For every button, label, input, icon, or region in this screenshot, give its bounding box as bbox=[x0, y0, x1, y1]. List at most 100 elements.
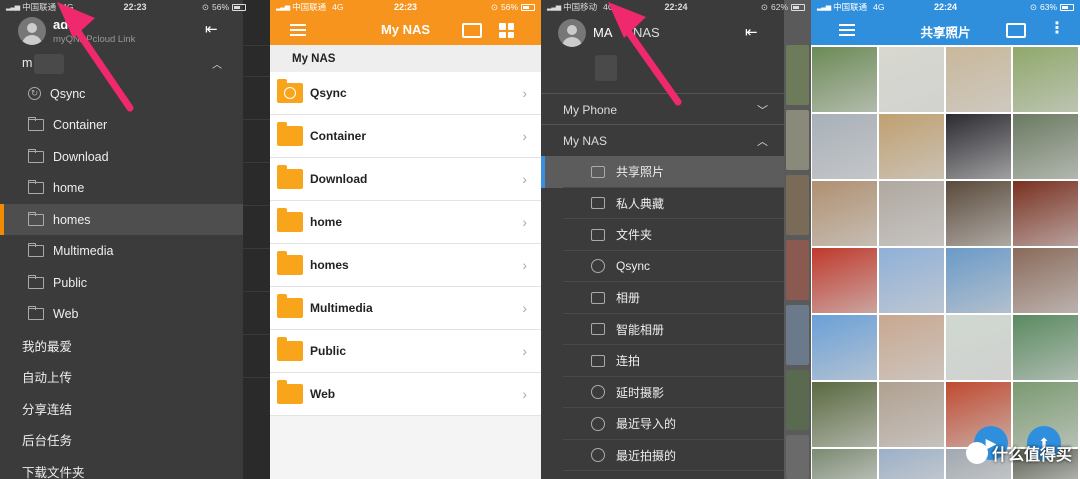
drawer-item-label: 智能相册 bbox=[616, 322, 665, 337]
photo-thumbnail[interactable] bbox=[879, 315, 944, 380]
qsync-folder-icon bbox=[277, 79, 303, 103]
drawer-item[interactable]: 私人典藏 bbox=[541, 188, 784, 220]
photo-thumbnail[interactable] bbox=[812, 114, 877, 179]
drawer-group[interactable]: My NAS ︿ bbox=[541, 125, 784, 156]
watermark-logo bbox=[965, 442, 988, 464]
folder-name: Web bbox=[310, 387, 336, 401]
drawer-item-label: Download bbox=[53, 149, 109, 164]
drawer-item[interactable]: 分享连结 bbox=[0, 393, 243, 424]
photo-thumbnail[interactable] bbox=[1013, 181, 1078, 246]
drawer-item[interactable]: 连拍 bbox=[541, 345, 784, 377]
photo-thumbnail[interactable] bbox=[946, 114, 1011, 179]
cast-icon[interactable] bbox=[1006, 23, 1026, 38]
drawer-item[interactable]: 共享照片 bbox=[541, 156, 784, 188]
drawer-item[interactable]: 相册 bbox=[541, 282, 784, 314]
folder-row[interactable]: Web › bbox=[270, 373, 541, 416]
drawer-item[interactable]: 自动上传 bbox=[0, 361, 243, 392]
photo-thumbnail[interactable] bbox=[946, 47, 1011, 112]
screen-drawer-photo-station: ▂▃▅ 中国移动 4G 22:24 ⊙ 62% MA NAS ⇤ My Phon… bbox=[541, 0, 811, 479]
drawer-item-label: 共享照片 bbox=[616, 165, 665, 180]
photo-thumbnail[interactable] bbox=[879, 47, 944, 112]
nas-group-title[interactable]: m bbox=[22, 56, 32, 70]
drawer-item[interactable]: 下载文件夹 bbox=[0, 456, 243, 479]
screen-shared-photos: ▂▃▅ 中国联通 4G 22:24 ⊙ 63% 共享照片 ⋮ ▶ ⬆ 什么值得买 bbox=[811, 0, 1080, 479]
section-header: My NAS bbox=[270, 45, 541, 73]
clock: 22:23 bbox=[393, 2, 418, 12]
folder-row[interactable]: home › bbox=[270, 201, 541, 244]
drawer-item[interactable]: 我的最爱 bbox=[0, 330, 243, 361]
drawer-item[interactable]: 延时摄影 bbox=[541, 377, 784, 409]
photo-thumbnail[interactable] bbox=[946, 315, 1011, 380]
chevron-right-icon: › bbox=[522, 214, 527, 230]
chevron-up-icon[interactable]: ︿ bbox=[757, 133, 768, 149]
lock-icon bbox=[591, 197, 605, 210]
chevron-up-icon[interactable]: ︿ bbox=[212, 56, 222, 71]
folder-row[interactable]: Container › bbox=[270, 115, 541, 158]
folder-name: Container bbox=[310, 129, 367, 143]
drawer-item[interactable]: Public bbox=[0, 267, 243, 298]
folder-icon bbox=[28, 274, 44, 289]
chevron-down-icon[interactable]: ﹀ bbox=[757, 102, 768, 118]
photo-icon bbox=[591, 165, 605, 178]
folder-icon bbox=[277, 208, 303, 232]
photo-thumbnail[interactable] bbox=[879, 114, 944, 179]
folder-icon bbox=[28, 242, 44, 257]
drawer-item[interactable]: homes bbox=[0, 204, 243, 235]
folder-name: home bbox=[310, 215, 343, 229]
chevron-right-icon: › bbox=[522, 257, 527, 273]
photo-thumbnail[interactable] bbox=[879, 181, 944, 246]
photo-thumbnail[interactable] bbox=[1013, 248, 1078, 313]
drawer-item[interactable]: 最近导入的 bbox=[541, 408, 784, 440]
drawer-item-label: 延时摄影 bbox=[616, 385, 665, 400]
more-options-icon[interactable]: ⋮ bbox=[1049, 18, 1065, 38]
drawer-item-label: 私人典藏 bbox=[616, 196, 665, 211]
photo-thumbnail[interactable] bbox=[879, 248, 944, 313]
photo-thumbnail[interactable] bbox=[1013, 47, 1078, 112]
drawer-item-label: 连拍 bbox=[616, 354, 641, 369]
status-bar: ▂▃▅ 中国联通 4G 22:23 ⊙ 56% bbox=[0, 0, 270, 14]
clock: 22:24 bbox=[933, 2, 958, 12]
photo-thumbnail[interactable] bbox=[812, 449, 877, 479]
drawer-item[interactable]: home bbox=[0, 172, 243, 203]
logout-icon[interactable]: ⇤ bbox=[205, 20, 218, 38]
photo-thumbnail[interactable] bbox=[1013, 315, 1078, 380]
folder-name: homes bbox=[310, 258, 349, 272]
battery-icon bbox=[521, 3, 535, 11]
photo-thumbnail[interactable] bbox=[879, 449, 944, 479]
folder-row[interactable]: Qsync › bbox=[270, 72, 541, 115]
drawer-item[interactable]: 文件夹 bbox=[541, 219, 784, 251]
drawer-item[interactable]: Download bbox=[0, 141, 243, 172]
cast-icon[interactable] bbox=[462, 23, 482, 38]
photo-thumbnail[interactable] bbox=[812, 47, 877, 112]
photo-thumbnail[interactable] bbox=[946, 248, 1011, 313]
drawer-item[interactable]: 最近拍摄的 bbox=[541, 440, 784, 472]
drawer-item[interactable]: Multimedia bbox=[0, 235, 243, 266]
qsync-icon: ↻ bbox=[28, 87, 41, 100]
folder-row[interactable]: Multimedia › bbox=[270, 287, 541, 330]
drawer-item[interactable]: 智能相册 bbox=[541, 314, 784, 346]
photo-thumbnail[interactable] bbox=[812, 181, 877, 246]
photo-thumbnail[interactable] bbox=[946, 181, 1011, 246]
screen-drawer-file-station: ▂▃▅ 中国联通 4G 22:23 ⊙ 56% ad myQNAPcloud L… bbox=[0, 0, 270, 479]
drawer-item[interactable]: 后台任务 bbox=[0, 424, 243, 455]
chevron-right-icon: › bbox=[522, 386, 527, 402]
logout-icon[interactable]: ⇤ bbox=[745, 23, 758, 41]
chevron-right-icon: › bbox=[522, 300, 527, 316]
photo-thumbnail[interactable] bbox=[1013, 114, 1078, 179]
photo-thumbnail[interactable] bbox=[812, 315, 877, 380]
drawer-item[interactable]: Web bbox=[0, 298, 243, 329]
photo-thumbnail[interactable] bbox=[879, 382, 944, 447]
avatar[interactable] bbox=[558, 19, 586, 47]
photo-thumbnail[interactable] bbox=[812, 248, 877, 313]
folder-row[interactable]: Download › bbox=[270, 158, 541, 201]
folder-icon bbox=[28, 305, 44, 320]
drawer-item[interactable]: Qsync bbox=[541, 251, 784, 283]
drawer-item-label: 分享连结 bbox=[22, 403, 73, 417]
background-content-dimmed[interactable] bbox=[243, 0, 270, 479]
folder-row[interactable]: Public › bbox=[270, 330, 541, 373]
grid-view-icon[interactable] bbox=[499, 23, 514, 38]
photo-thumbnail[interactable] bbox=[812, 382, 877, 447]
avatar[interactable] bbox=[18, 17, 46, 45]
folder-row[interactable]: homes › bbox=[270, 244, 541, 287]
background-photo-grid-dimmed[interactable] bbox=[784, 0, 811, 479]
